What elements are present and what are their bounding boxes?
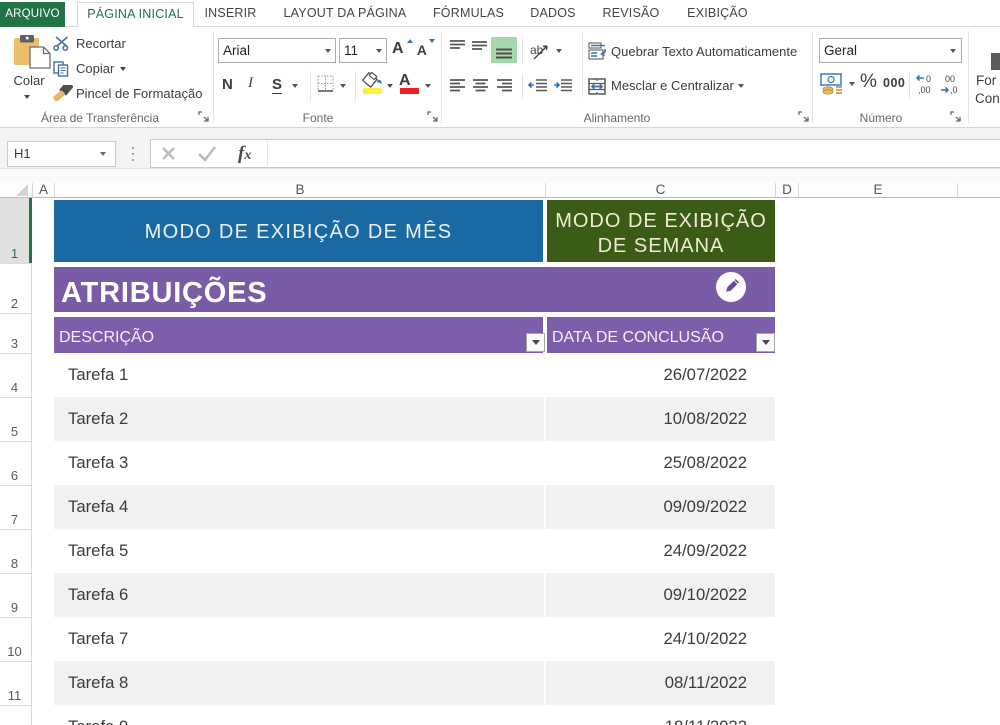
svg-text:ab: ab [530, 43, 544, 57]
svg-text:,0: ,0 [950, 85, 958, 95]
svg-text:0: 0 [926, 74, 931, 84]
svg-text:,00: ,00 [918, 85, 931, 95]
svg-text:00: 00 [945, 74, 955, 84]
